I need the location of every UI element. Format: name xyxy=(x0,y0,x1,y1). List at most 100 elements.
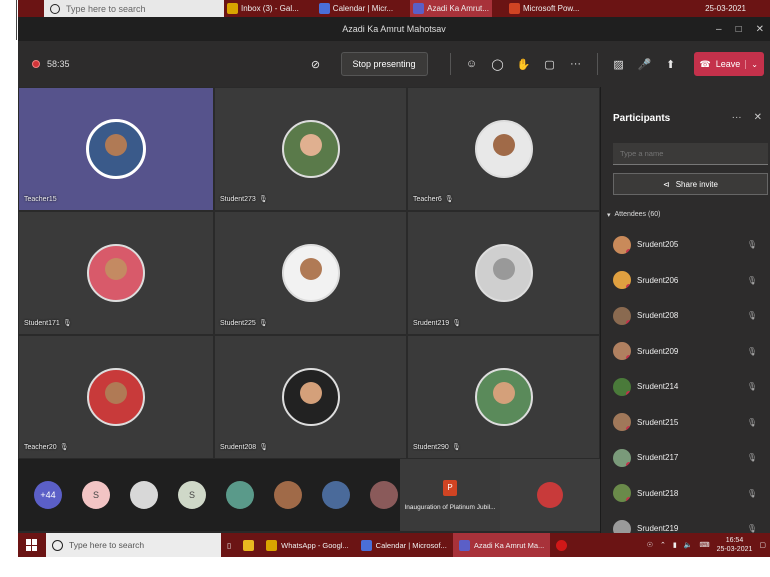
attendee-row[interactable]: Srudent205 🎙 xyxy=(601,227,770,263)
leave-button[interactable]: ☎ Leave ⌄ xyxy=(693,52,764,76)
top-taskbar-app[interactable]: Calendar | Micr... xyxy=(316,0,396,17)
video-tile[interactable]: Teacher20 🎙 xyxy=(18,335,214,459)
participant-avatar[interactable] xyxy=(226,481,254,509)
minimize-icon[interactable]: – xyxy=(716,24,722,35)
people-icon[interactable]: ☺ xyxy=(459,51,485,77)
volume-icon[interactable]: 🔈 xyxy=(684,541,693,549)
taskbar: Type here to search ▯ WhatsApp - Googl..… xyxy=(18,533,770,557)
attendee-name: Srudent205 xyxy=(637,240,679,250)
attendees-heading[interactable]: ▾ Attendees (60) xyxy=(607,211,660,219)
attendee-row[interactable]: Srudent215 🎙 xyxy=(601,405,770,441)
self-video[interactable] xyxy=(500,459,600,531)
top-taskbar-app[interactable]: Azadi Ka Amrut... xyxy=(410,0,492,17)
mic-off-icon[interactable]: 🎤 xyxy=(632,51,658,77)
chat-icon[interactable]: ◯ xyxy=(485,51,511,77)
attendee-row[interactable]: Srudent219 🎙 xyxy=(601,511,770,533)
app-icon xyxy=(266,539,278,551)
status-badge xyxy=(626,355,631,361)
powerpoint-icon: P xyxy=(443,479,457,496)
video-tile[interactable]: Student273 🎙 xyxy=(214,87,407,211)
task-view-icon[interactable]: ▯ xyxy=(221,533,237,557)
face xyxy=(492,134,515,156)
status-badge xyxy=(626,390,631,396)
attendee-row[interactable]: Srudent206 🎙 xyxy=(601,263,770,299)
file-explorer-icon[interactable] xyxy=(237,533,260,557)
timer-text: 58:35 xyxy=(47,59,70,69)
participant-name-tag: Teacher6 🎙 xyxy=(413,195,454,204)
taskbar-app[interactable]: Azadi Ka Amrut Ma... xyxy=(452,533,551,557)
chevron-down-icon[interactable]: ⌄ xyxy=(745,59,758,69)
rooms-icon[interactable]: ▢ xyxy=(537,51,563,77)
video-tile[interactable]: Student171 🎙 xyxy=(18,211,214,335)
mic-off-icon: 🎙 xyxy=(258,320,268,327)
reactions-icon[interactable]: ✋ xyxy=(511,51,537,77)
stop-presenting-button[interactable]: Stop presenting xyxy=(340,52,428,76)
divider xyxy=(596,53,598,75)
status-badge xyxy=(626,319,631,325)
divider xyxy=(16,0,17,40)
participants-panel: Participants ··· ✕ ⊲ Share invite ▾ Atte… xyxy=(600,87,770,533)
taskbar-app-label: Azadi Ka Amrut Ma... xyxy=(473,540,545,550)
keyboard-icon[interactable]: ⌨ xyxy=(699,541,709,549)
top-taskbar-app[interactable]: Microsoft Pow... xyxy=(506,0,582,17)
participant-avatar[interactable]: S xyxy=(82,481,110,509)
video-tile[interactable]: Teacher15 xyxy=(18,87,214,211)
video-tile[interactable]: Student290 🎙 xyxy=(407,335,600,459)
notifications-icon[interactable]: ▢ xyxy=(759,541,766,549)
participant-avatar[interactable] xyxy=(322,481,350,509)
maximize-icon[interactable]: □ xyxy=(736,24,742,35)
battery-icon[interactable]: ▮ xyxy=(673,541,677,549)
mic-off-icon: 🎙 xyxy=(59,444,69,451)
share-invite-button[interactable]: ⊲ Share invite xyxy=(613,173,768,195)
attendee-row[interactable]: Srudent208 🎙 xyxy=(601,298,770,334)
teams-meeting-window: Azadi Ka Amrut Mahotsav – □ ✕ 58:35 ⊘ St… xyxy=(18,17,770,533)
mic-off-icon: 🎙 xyxy=(746,417,757,427)
camera-off-icon[interactable]: ▨ xyxy=(606,51,632,77)
shared-content-thumbnail[interactable]: P Inauguration of Platinum Jubil... xyxy=(400,459,500,531)
clock[interactable]: 16:54 25-03-2021 xyxy=(717,536,753,554)
taskbar-search-box[interactable]: Type here to search xyxy=(46,533,221,557)
top-taskbar-app[interactable]: Inbox (3) - Gal... xyxy=(224,0,302,17)
participant-avatar[interactable] xyxy=(130,481,158,509)
participant-name: Student273 xyxy=(220,195,256,203)
taskbar-app[interactable]: Calendar | Microsof... xyxy=(355,533,453,557)
opera-icon[interactable] xyxy=(550,533,573,557)
attendee-row[interactable]: Srudent218 🎙 xyxy=(601,476,770,512)
participant-avatar[interactable]: S xyxy=(178,481,206,509)
face xyxy=(492,382,515,404)
avatar xyxy=(613,484,631,503)
recording-icon xyxy=(32,60,40,68)
taskbar-apps: WhatsApp - Googl... Calendar | Microsof..… xyxy=(260,533,551,557)
more-options-icon[interactable]: ··· xyxy=(732,112,742,123)
taskbar-app[interactable]: WhatsApp - Googl... xyxy=(260,533,355,557)
hide-captions-icon[interactable]: ⊘ xyxy=(303,51,329,77)
close-icon[interactable]: ✕ xyxy=(754,112,762,123)
system-tray: ☉ ⌃ ▮ 🔈 ⌨ 16:54 25-03-2021 ▢ xyxy=(647,533,766,557)
chevron-up-icon[interactable]: ⌃ xyxy=(660,541,666,549)
more-participants-button[interactable]: +44 xyxy=(34,481,62,509)
video-tile[interactable]: Teacher6 🎙 xyxy=(407,87,600,211)
people-icon[interactable]: ☉ xyxy=(647,541,653,549)
video-tile[interactable]: Student225 🎙 xyxy=(214,211,407,335)
avatar xyxy=(474,120,533,178)
panel-controls: ··· ✕ xyxy=(732,112,762,123)
top-search-box[interactable]: Type here to search xyxy=(44,0,224,17)
close-icon[interactable]: ✕ xyxy=(756,24,764,35)
video-tile[interactable]: Srudent219 🎙 xyxy=(407,211,600,335)
shared-content-label: Inauguration of Platinum Jubil... xyxy=(404,503,496,511)
video-tile[interactable]: Srudent208 🎙 xyxy=(214,335,407,459)
screen: Type here to search Inbox (3) - Gal... C… xyxy=(0,0,770,577)
participant-name: Teacher6 xyxy=(413,195,442,203)
more-actions-icon[interactable]: ··· xyxy=(563,51,589,77)
participant-search-input[interactable] xyxy=(613,143,768,165)
participant-avatar[interactable] xyxy=(370,481,398,509)
status-badge xyxy=(626,497,631,503)
share-invite-label: Share invite xyxy=(675,179,718,189)
participant-avatar[interactable] xyxy=(274,481,302,509)
status-badge xyxy=(626,426,631,432)
attendee-row[interactable]: Srudent217 🎙 xyxy=(601,440,770,476)
attendee-row[interactable]: Srudent209 🎙 xyxy=(601,334,770,370)
windows-start-icon[interactable] xyxy=(26,539,38,551)
attendee-row[interactable]: Srudent214 🎙 xyxy=(601,369,770,405)
share-tray-icon[interactable]: ⬆ xyxy=(658,51,684,77)
